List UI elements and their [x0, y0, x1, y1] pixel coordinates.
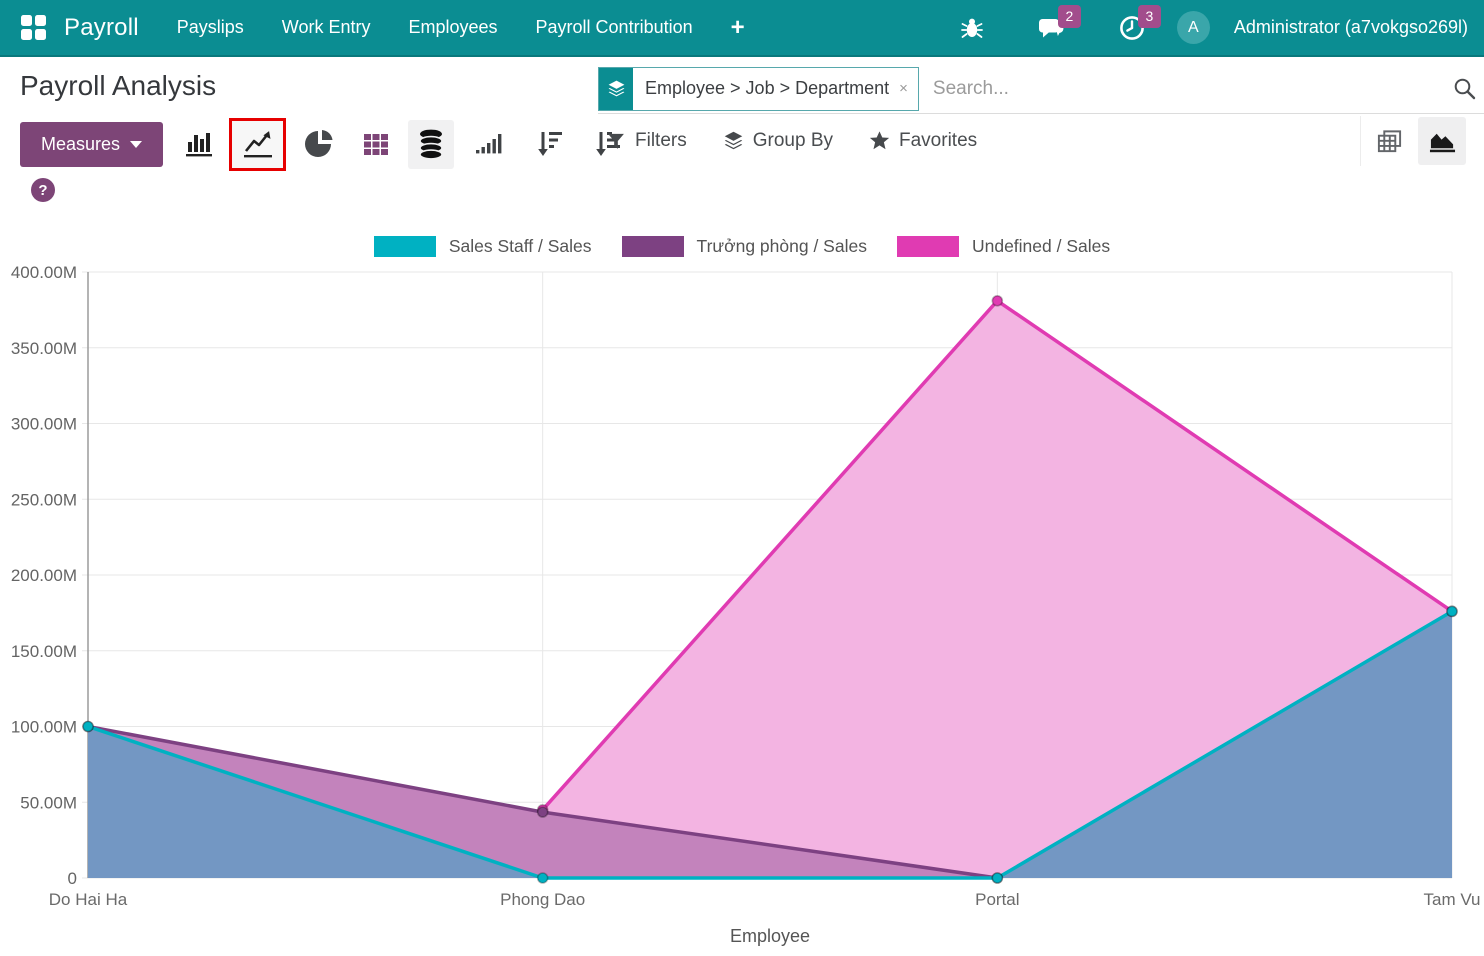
group-by-label: Group By [753, 130, 833, 152]
line-chart-icon [242, 129, 274, 159]
nav-item-payroll-contribution[interactable]: Payroll Contribution [536, 17, 693, 38]
ascending-bars-icon [473, 130, 503, 158]
facet-label: Employee > Job > Department [633, 68, 897, 110]
search-options: Filters Group By Favorites [606, 118, 977, 163]
svg-text:150.00M: 150.00M [11, 642, 77, 661]
svg-text:Portal: Portal [975, 890, 1019, 909]
measures-label: Measures [41, 134, 120, 155]
activities-badge: 3 [1138, 5, 1161, 28]
bar-chart-icon [184, 130, 214, 158]
legend-swatch [897, 236, 959, 257]
sort-descending-button[interactable] [528, 122, 572, 167]
search-bar: Employee > Job > Department × [598, 64, 1484, 114]
payroll-analysis-page: Payroll Payslips Work Entry Employees Pa… [0, 0, 1484, 956]
search-facet-groupby[interactable]: Employee > Job > Department × [598, 67, 919, 111]
chart-legend: Sales Staff / Sales Trưởng phòng / Sales U… [0, 236, 1484, 257]
pivot-view-button[interactable] [1369, 117, 1409, 165]
search-input[interactable] [919, 78, 1444, 100]
cumulative-button[interactable] [466, 122, 510, 167]
app-brand[interactable]: Payroll [64, 14, 139, 42]
star-icon [869, 130, 890, 151]
pivot-view-icon [1376, 128, 1403, 155]
apps-menu-button[interactable] [18, 13, 48, 43]
sort-descending-icon [536, 129, 564, 159]
svg-text:200.00M: 200.00M [11, 566, 77, 585]
question-mark-icon: ? [38, 182, 47, 199]
legend-item[interactable]: Sales Staff / Sales [374, 236, 592, 257]
legend-label: Trưởng phòng / Sales [697, 236, 867, 257]
facet-icon-block [599, 68, 633, 110]
group-by-layers-icon [723, 130, 744, 151]
area-chart-icon [1428, 128, 1457, 155]
chart-area[interactable]: 0 50.00M 100.00M 150.00M 200.00M 250.00M 300.0… [0, 264, 1484, 956]
nav-item-work-entry[interactable]: Work Entry [282, 17, 371, 38]
user-menu[interactable]: Administrator (a7vokgso269l) [1234, 17, 1468, 38]
legend-label: Sales Staff / Sales [449, 236, 592, 257]
activities-button[interactable]: 3 [1115, 11, 1149, 45]
svg-text:400.00M: 400.00M [11, 264, 77, 282]
pie-chart-icon [305, 129, 335, 159]
filters-button[interactable]: Filters [606, 130, 687, 152]
measures-button[interactable]: Measures [20, 122, 163, 167]
legend-swatch [622, 236, 684, 257]
avatar[interactable]: A [1177, 11, 1210, 44]
payroll-analysis-chart: 0 50.00M 100.00M 150.00M 200.00M 250.00M 300.0… [0, 264, 1484, 956]
pie-chart-button[interactable] [298, 122, 342, 167]
view-switcher [1360, 116, 1466, 166]
chevron-down-icon [130, 141, 142, 148]
filters-label: Filters [635, 130, 687, 152]
stacked-icon [416, 128, 446, 160]
nav-item-employees[interactable]: Employees [408, 17, 497, 38]
apps-grid-icon [21, 15, 46, 40]
svg-text:Do Hai Ha: Do Hai Ha [49, 890, 128, 909]
top-nav: Payroll Payslips Work Entry Employees Pa… [0, 0, 1484, 57]
group-by-button[interactable]: Group By [723, 130, 833, 152]
nav-right: 2 3 A Administrator (a7vokgso269l) [955, 11, 1468, 45]
favorites-button[interactable]: Favorites [869, 130, 977, 152]
nav-item-payslips[interactable]: Payslips [177, 17, 244, 38]
svg-text:0: 0 [68, 869, 77, 888]
messages-button[interactable]: 2 [1035, 11, 1069, 45]
svg-text:250.00M: 250.00M [11, 490, 77, 509]
legend-item[interactable]: Trưởng phòng / Sales [622, 236, 867, 257]
page-title: Payroll Analysis [20, 70, 216, 102]
legend-item[interactable]: Undefined / Sales [897, 236, 1110, 257]
pivot-grid-icon [362, 130, 390, 158]
nav-menu: Payslips Work Entry Employees Payroll Co… [177, 16, 745, 40]
graph-view-button[interactable] [1418, 117, 1466, 165]
bug-icon [961, 16, 983, 40]
pivot-grid-button[interactable] [354, 122, 398, 167]
nav-add-button[interactable]: + [731, 16, 745, 40]
filter-icon [606, 131, 626, 151]
layers-icon [607, 79, 626, 98]
svg-text:Tam Vu: Tam Vu [1423, 890, 1480, 909]
facet-remove-button[interactable]: × [897, 68, 918, 110]
svg-text:50.00M: 50.00M [20, 793, 77, 812]
svg-text:300.00M: 300.00M [11, 415, 77, 434]
line-chart-button[interactable] [229, 118, 286, 171]
bar-chart-button[interactable] [177, 122, 221, 167]
help-button[interactable]: ? [31, 178, 55, 202]
svg-text:100.00M: 100.00M [11, 718, 77, 737]
search-submit[interactable] [1444, 77, 1484, 100]
stacked-toggle-button[interactable] [408, 120, 454, 169]
search-icon [1453, 77, 1476, 100]
favorites-label: Favorites [899, 130, 977, 152]
debug-button[interactable] [955, 11, 989, 45]
svg-text:350.00M: 350.00M [11, 339, 77, 358]
graph-toolbar: Measures [20, 118, 630, 170]
svg-text:Phong Dao: Phong Dao [500, 890, 585, 909]
legend-label: Undefined / Sales [972, 236, 1110, 257]
messages-badge: 2 [1058, 5, 1081, 28]
legend-swatch [374, 236, 436, 257]
svg-text:Employee: Employee [730, 926, 810, 946]
